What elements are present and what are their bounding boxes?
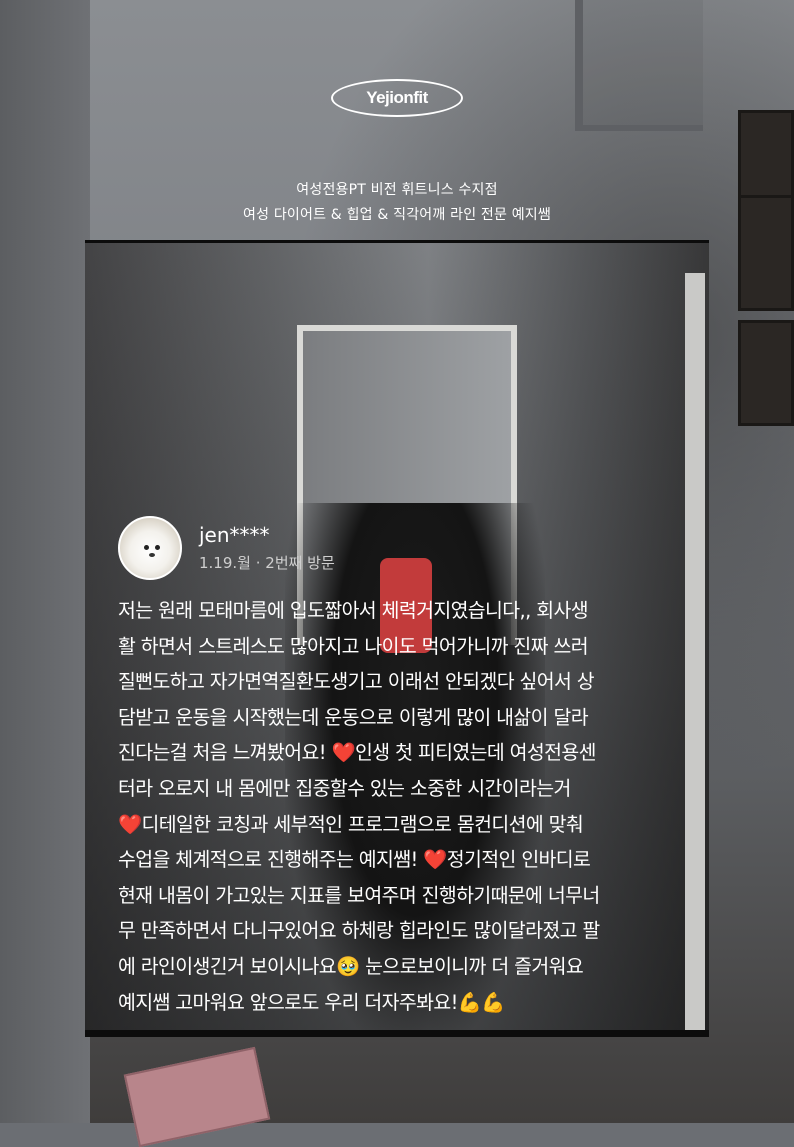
review-line: 무 만족하면서 다니구있어요 하체랑 힙라인도 많이달라졌고 팔: [118, 919, 600, 943]
review-line: 예지쌤 고마워요 앞으로도 우리 더자주봐요!💪💪: [118, 990, 505, 1014]
review-header: jen**** 1.19.월 · 2번째 방문: [118, 516, 335, 580]
review-meta: jen**** 1.19.월 · 2번째 방문: [199, 523, 335, 573]
background-picture-frame: [738, 320, 794, 426]
avatar-dog-eye: [144, 545, 149, 550]
review-line: 질뻔도하고 자가면역질환도생기고 이래선 안되겠다 싶어서 상: [118, 670, 595, 694]
review-line: 수업을 체계적으로 진행해주는 예지쌤! ❤️정기적인 인바디로: [118, 848, 591, 872]
review-line: 저는 원래 모태마름에 입도짧아서 체력거지였습니다,, 회사생: [118, 599, 589, 622]
reviewer-username: jen****: [199, 523, 270, 547]
avatar-dog-eye: [155, 545, 160, 550]
review-body: 저는 원래 모태마름에 입도짧아서 체력거지였습니다,, 회사생 활 하면서 스…: [118, 593, 693, 1020]
avatar: [118, 516, 182, 580]
review-line: ❤️디테일한 코칭과 세부적인 프로그램으로 몸컨디션에 맞춰: [118, 812, 584, 836]
avatar-dog-nose: [149, 553, 155, 557]
background-doorframe: [575, 0, 703, 131]
visit-info: 1.19.월 · 2번째 방문: [199, 554, 335, 572]
gym-name: 여성전용PT 비전 휘트니스 수지점: [296, 182, 498, 198]
review-line: 활 하면서 스트레스도 많아지고 나이도 먹어가니까 진짜 쓰러: [118, 634, 589, 658]
review-card: jen**** 1.19.월 · 2번째 방문 저는 원래 모태마름에 입도짧아…: [85, 240, 709, 1037]
review-line: 진다는걸 처음 느껴봤어요! ❤️인생 첫 피티였는데 여성전용센: [118, 741, 596, 765]
review-line: 에 라인이생긴거 보이시나요🥹 눈으로보이니까 더 즐거워요: [118, 954, 584, 978]
review-line: 터라 오로지 내 몸에만 집중할수 있는 소중한 시간이라는거: [118, 776, 571, 800]
brand-logo: Yejionfit: [331, 79, 463, 117]
trainer-tagline: 여성 다이어트 & 힙업 & 직각어깨 라인 전문 예지쌤: [243, 207, 551, 223]
review-line: 담받고 운동을 시작했는데 운동으로 이렇게 많이 내삶이 달라: [118, 705, 589, 729]
review-line: 현재 내몸이 가고있는 지표를 보여주며 진행하기때문에 너무너: [118, 883, 600, 907]
background-book: [123, 1046, 271, 1147]
background-wall: [0, 0, 90, 1123]
